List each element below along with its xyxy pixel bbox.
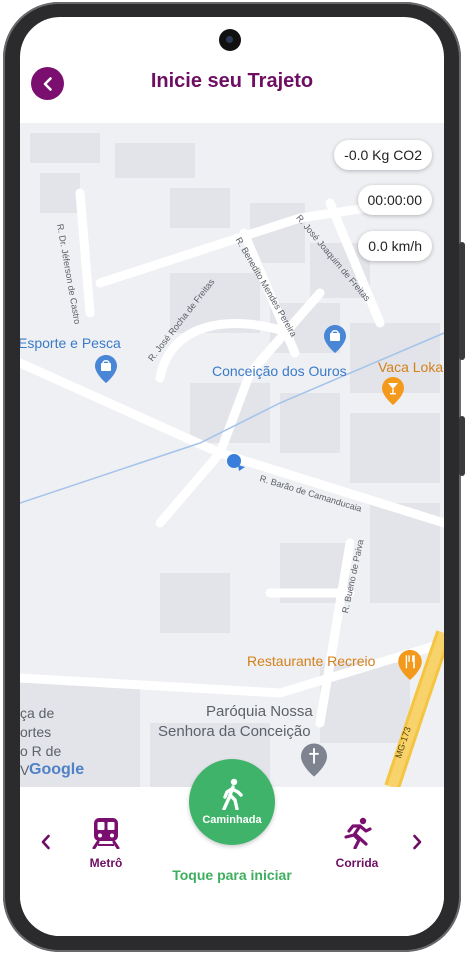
poi-label: Senhora da Conceição	[158, 723, 311, 740]
screen: Inicie seu Trajeto -0.0 Kg CO2 00:00:00 …	[20, 17, 444, 936]
co2-indicator: -0.0 Kg CO2	[334, 140, 432, 170]
mode-corrida[interactable]: Corrida	[317, 817, 397, 870]
user-location-icon[interactable]	[225, 452, 251, 472]
poi-label: ortes	[20, 724, 52, 740]
poi-label: Restaurante Recreio	[247, 653, 376, 669]
time-indicator: 00:00:00	[357, 185, 432, 215]
restaurant-icon	[398, 650, 422, 680]
camera	[219, 29, 241, 51]
poi-label: Conceição dos Ouros	[212, 363, 347, 379]
speed-indicator: 0.0 km/h	[358, 231, 432, 261]
walk-icon	[222, 778, 243, 810]
google-logo: Google	[29, 761, 85, 778]
previous-mode-button[interactable]	[36, 832, 56, 852]
power-button	[459, 416, 465, 476]
chevron-left-icon	[41, 834, 50, 850]
poi-label: ça de	[20, 705, 55, 721]
poi-label: Esporte e Pesca	[20, 335, 121, 351]
start-walk-button[interactable]: Caminhada	[189, 759, 275, 845]
mode-selector: Metrô Caminhada Corrida Toque para inici…	[20, 759, 444, 936]
next-mode-button[interactable]	[407, 832, 427, 852]
mode-metro[interactable]: Metrô	[66, 817, 146, 870]
run-icon	[344, 817, 372, 850]
poi-label: Paróquia Nossa	[206, 703, 313, 720]
train-icon	[92, 818, 120, 850]
church-icon	[301, 743, 327, 777]
poi-label: o R de	[20, 743, 62, 759]
shopping-bag-icon	[95, 355, 117, 383]
map-view[interactable]: -0.0 Kg CO2 00:00:00 0.0 km/h R. Dr. Jéf…	[20, 123, 444, 787]
page-title: Inicie seu Trajeto	[150, 70, 314, 92]
chevron-right-icon	[413, 834, 422, 850]
mode-label: Caminhada	[202, 814, 262, 826]
poi-label: Vaca Loka	[378, 359, 444, 375]
start-hint: Toque para iniciar	[172, 867, 292, 883]
app-header: Inicie seu Trajeto	[20, 57, 444, 112]
bar-icon	[382, 377, 404, 405]
volume-button	[459, 242, 465, 360]
shopping-bag-icon	[324, 325, 346, 353]
poi-label: V	[20, 762, 30, 778]
